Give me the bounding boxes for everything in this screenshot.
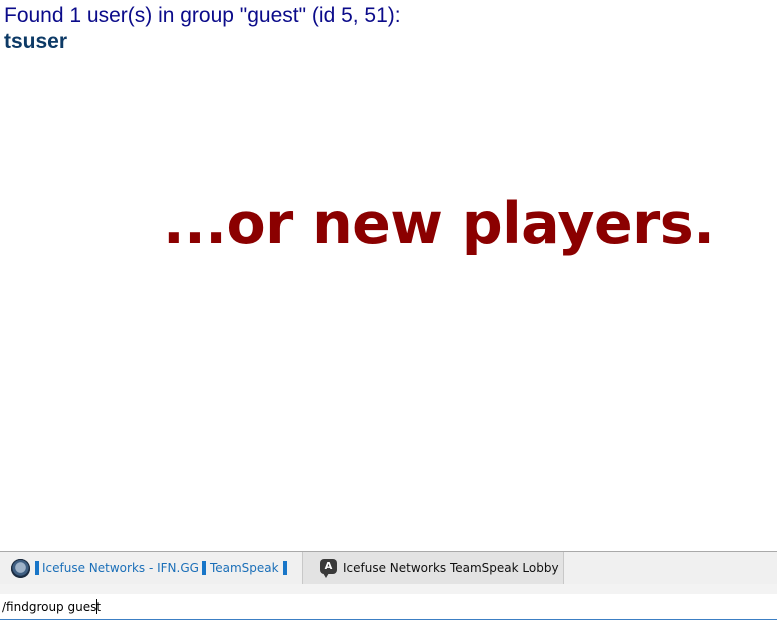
server-name: Icefuse Networks - IFN.GG xyxy=(42,561,199,575)
channel-tab-label: Icefuse Networks TeamSpeak Lobby xyxy=(343,561,559,575)
chat-input[interactable] xyxy=(2,597,772,617)
server-icon xyxy=(11,558,30,578)
server-tab-label: Icefuse Networks - IFN.GG TeamSpeak xyxy=(35,561,287,575)
group-search-result: Found 1 user(s) in group "guest" (id 5, … xyxy=(4,4,401,27)
input-separator xyxy=(0,584,777,594)
found-user-name[interactable]: tsuser xyxy=(4,30,67,54)
tab-separator-bar xyxy=(282,561,287,575)
channel-chat-icon: A xyxy=(320,558,337,578)
chat-message-large: ...or new players. xyxy=(163,191,715,257)
text-caret xyxy=(96,599,97,614)
server-app-name: TeamSpeak xyxy=(209,561,279,575)
tab-channel-lobby[interactable]: A Icefuse Networks TeamSpeak Lobby xyxy=(302,552,564,584)
tab-server[interactable]: Icefuse Networks - IFN.GG TeamSpeak xyxy=(0,552,302,584)
chat-log: Found 1 user(s) in group "guest" (id 5, … xyxy=(0,0,777,551)
chat-input-row xyxy=(0,594,777,620)
tab-separator-bar xyxy=(35,561,39,575)
bottom-margin xyxy=(0,620,777,627)
tab-separator-bar xyxy=(201,561,206,575)
chat-tab-bar: Icefuse Networks - IFN.GG TeamSpeak A Ic… xyxy=(0,551,777,584)
